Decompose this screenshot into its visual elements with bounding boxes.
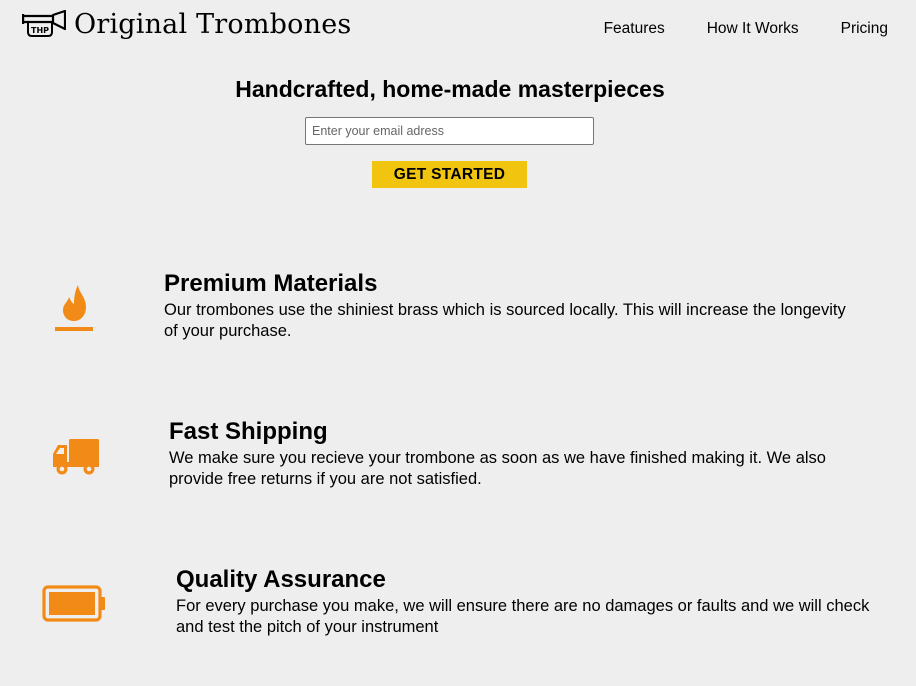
nav-link-pricing[interactable]: Pricing <box>841 20 888 38</box>
get-started-button[interactable]: GET STARTED <box>372 161 527 188</box>
logo[interactable]: THP Original Trombones <box>22 10 351 40</box>
trombone-logo-icon: THP <box>22 10 66 37</box>
brand-name: Original Trombones <box>74 9 352 40</box>
nav-link-features[interactable]: Features <box>604 20 665 38</box>
feature-title: Fast Shipping <box>169 418 328 445</box>
hero-title: Handcrafted, home-made masterpieces <box>235 76 665 102</box>
email-input[interactable] <box>305 117 594 145</box>
battery-full-icon <box>42 585 105 622</box>
feature-description: Our trombones use the shiniest brass whi… <box>164 301 846 340</box>
nav-link-how-it-works[interactable]: How It Works <box>707 20 799 38</box>
feature-title: Premium Materials <box>164 270 378 297</box>
feature-title: Quality Assurance <box>176 566 386 593</box>
truck-icon <box>53 439 99 475</box>
main-nav: Features How It Works Pricing <box>604 20 888 38</box>
fire-icon <box>55 285 93 331</box>
feature-description: We make sure you recieve your trombone a… <box>169 449 826 488</box>
logo-letters: THP <box>31 26 49 35</box>
feature-description: For every purchase you make, we will ens… <box>176 597 870 636</box>
